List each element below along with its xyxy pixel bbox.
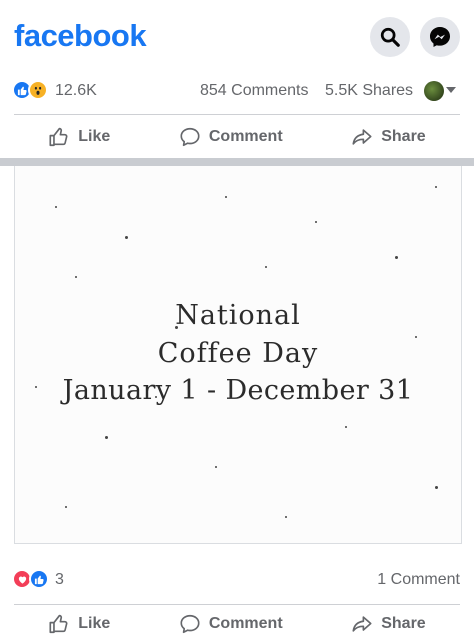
wow-reaction-icon [28,80,48,100]
comments-count[interactable]: 854 Comments [200,82,309,100]
reaction-count[interactable]: 12.6K [55,82,97,100]
share-icon [352,616,372,632]
shares-count[interactable]: 5.5K Shares [325,82,413,100]
messenger-icon [430,27,450,47]
thumbs-up-icon [49,127,68,147]
facebook-logo[interactable]: facebook [14,18,147,54]
image-text-line-1: National [175,300,301,331]
chevron-down-icon[interactable] [446,87,456,94]
comment-icon [180,614,200,634]
like-button[interactable]: Like [48,126,110,148]
comment-icon [180,127,200,147]
share-icon [352,129,372,145]
comment-label: Comment [208,128,283,145]
search-button[interactable] [370,17,410,57]
footer-stats: 3 1 Comment [0,567,474,595]
comment-button[interactable]: Comment [179,126,283,148]
avatar[interactable] [424,81,444,101]
like-button[interactable]: Like [48,613,110,635]
post-action-bar: Like Comment Share [14,114,460,159]
share-button[interactable]: Share [351,126,426,148]
comment-label: Comment [208,615,283,632]
share-button[interactable]: Share [351,613,426,635]
feed-divider [0,158,474,166]
messenger-button[interactable] [420,17,460,57]
post-image[interactable]: National Coffee Day January 1 - December… [14,166,462,544]
post-action-bar-2: Like Comment Share [14,604,460,643]
post-stats: 12.6K 854 Comments 5.5K Shares [0,76,474,106]
comment-button[interactable]: Comment [179,613,283,635]
thumbs-up-icon [49,614,68,634]
image-text-line-2: Coffee Day [157,338,319,369]
footer-reaction-count[interactable]: 3 [55,571,64,589]
like-reaction-icon [29,569,49,589]
image-text-line-3: January 1 - December 31 [62,375,414,406]
share-label: Share [381,615,426,632]
like-label: Like [78,128,111,145]
share-label: Share [381,128,426,145]
app-header: facebook [0,0,474,76]
footer-comments-count[interactable]: 1 Comment [377,571,460,589]
search-icon [380,27,400,47]
like-label: Like [78,615,111,632]
